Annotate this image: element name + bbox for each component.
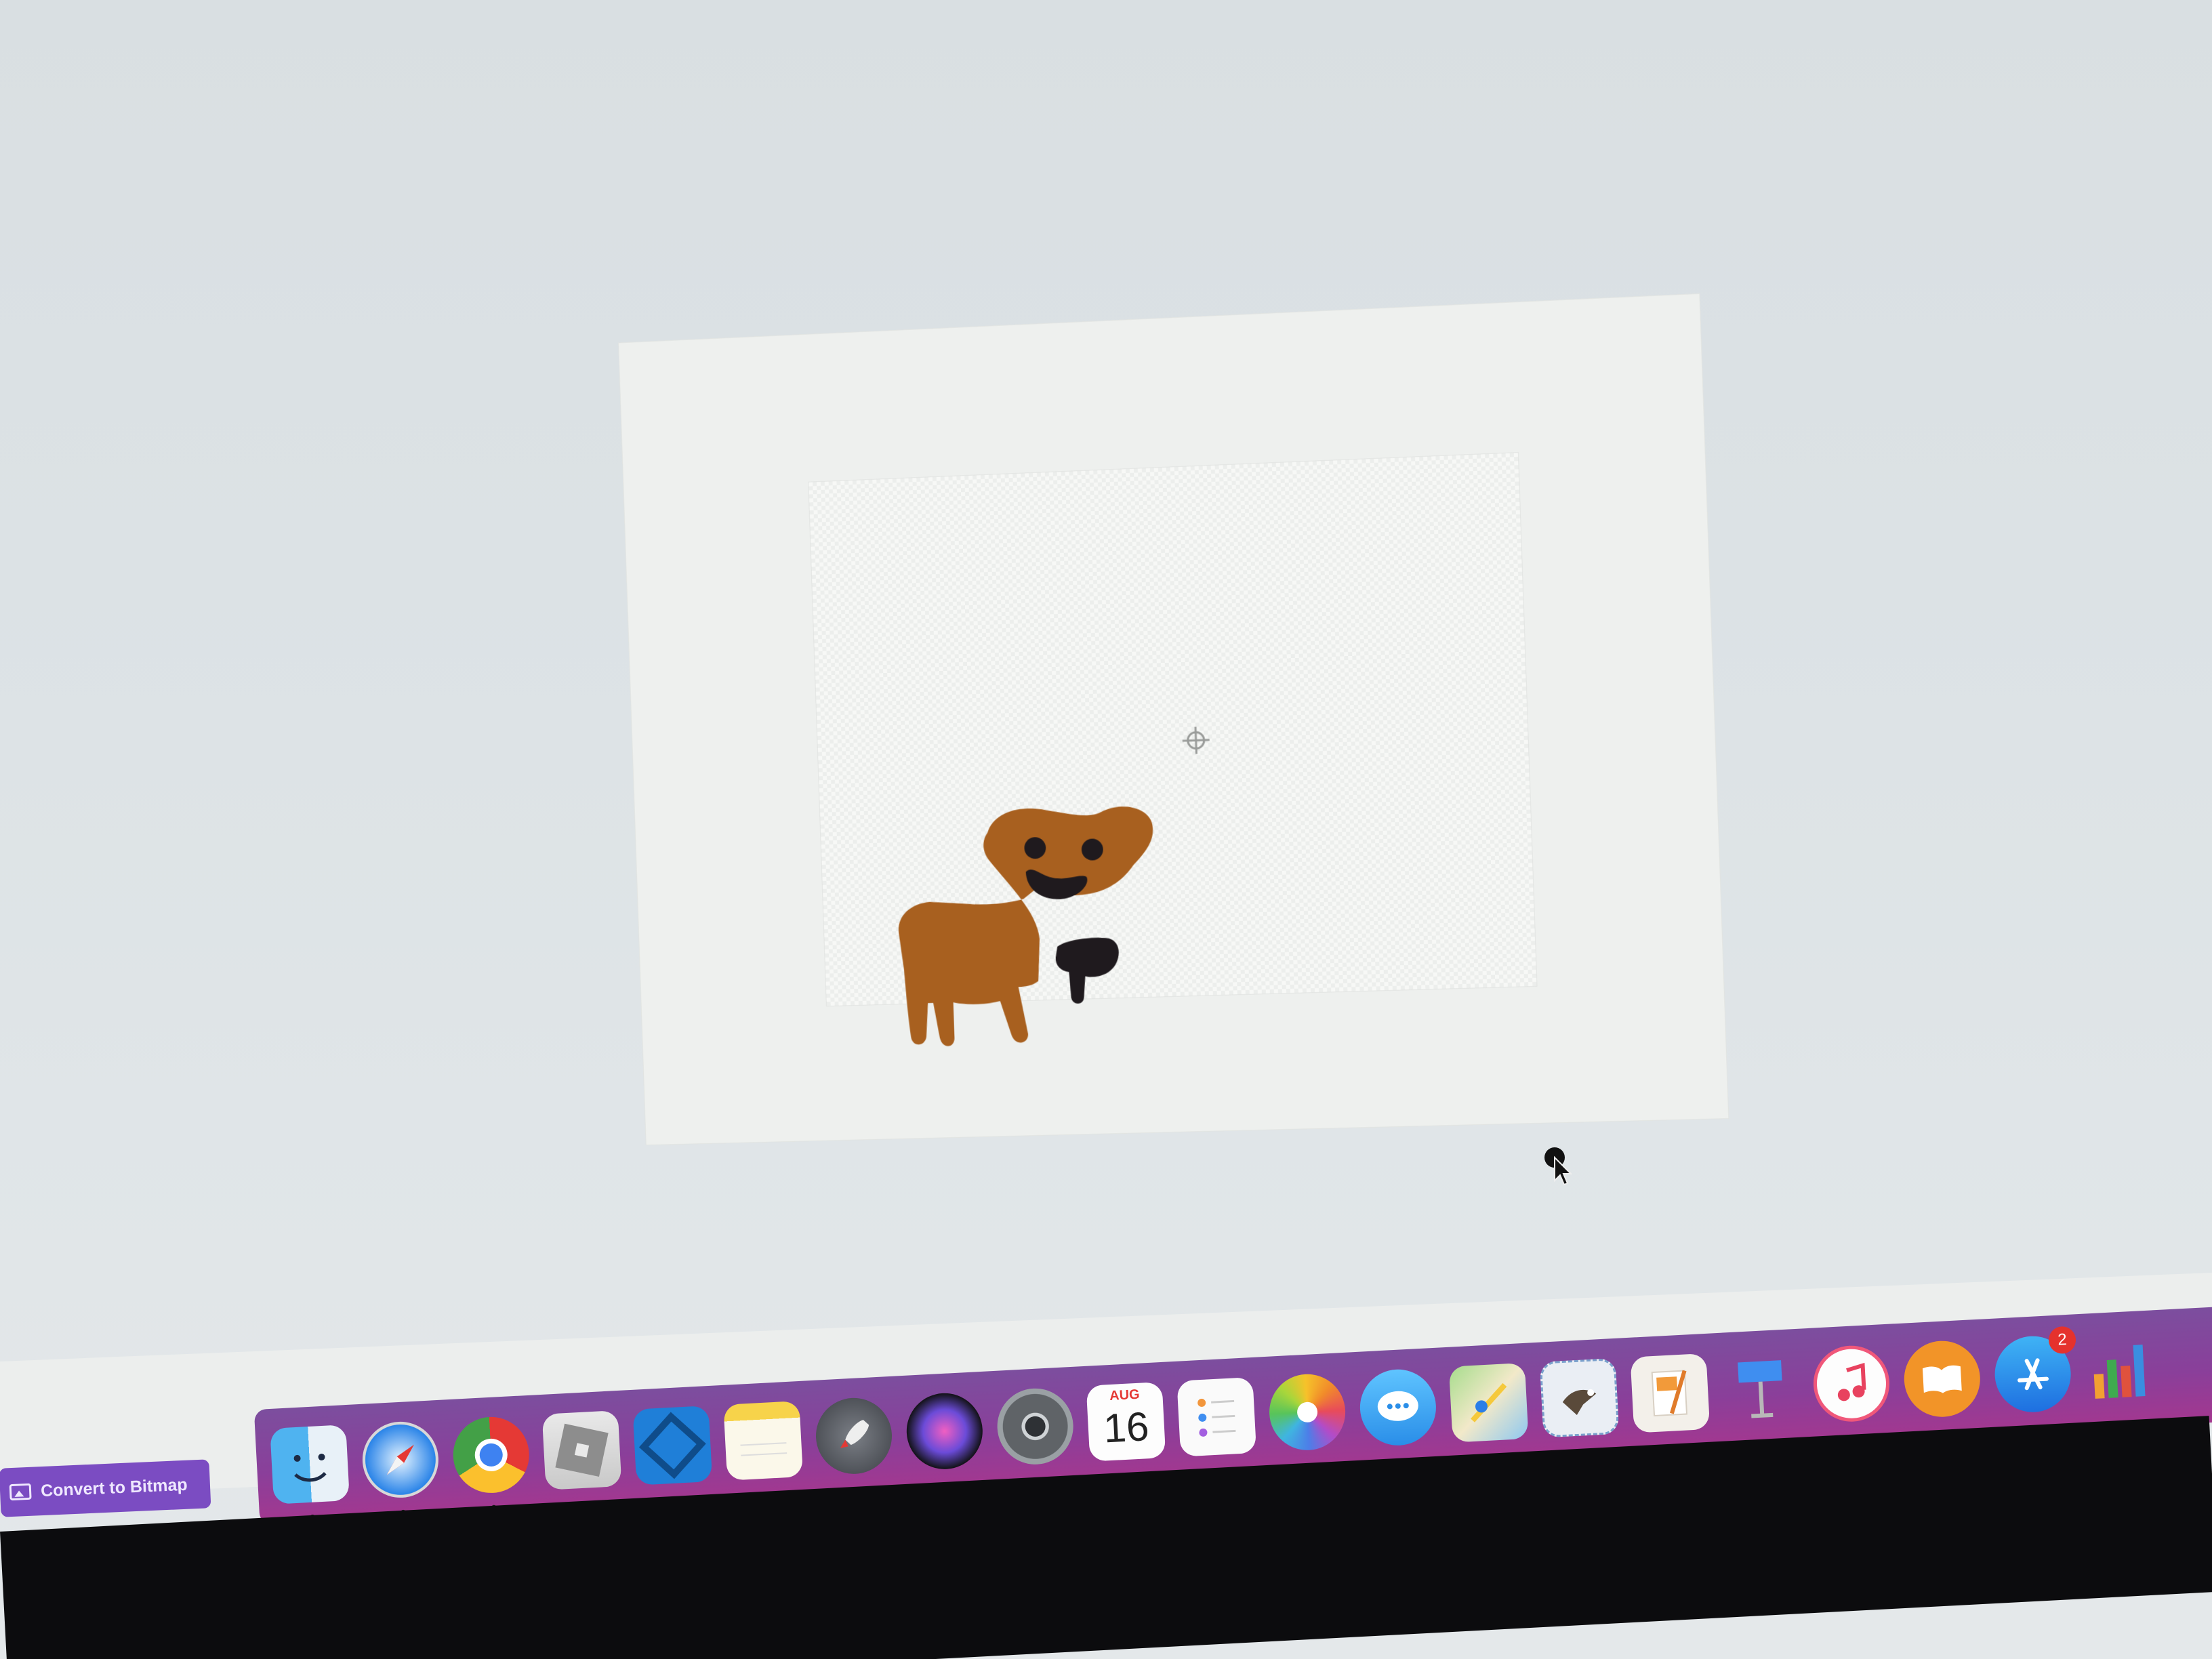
bear-drawing[interactable] [886,777,1245,1071]
image-icon [9,1483,32,1501]
itunes-icon[interactable] [1811,1343,1891,1424]
ibooks-icon[interactable] [1902,1338,1982,1419]
roblox-icon[interactable] [541,1410,622,1490]
stage-backdrop [619,293,1729,1145]
numbers-icon[interactable] [2084,1330,2164,1410]
system-preferences-icon[interactable] [995,1386,1076,1467]
launchpad-icon[interactable] [814,1396,894,1476]
screen: Convert to Bitmap AUG 16 2 [0,0,2212,1659]
app-store-badge: 2 [2048,1326,2077,1355]
convert-to-bitmap-button[interactable]: Convert to Bitmap [0,1459,211,1517]
roblox-studio-icon[interactable] [632,1406,713,1486]
finder-icon[interactable] [270,1425,350,1521]
safari-icon[interactable] [361,1420,441,1516]
pages-icon[interactable] [1630,1353,1711,1433]
reminders-icon[interactable] [1176,1376,1257,1457]
calendar-day: 16 [1102,1404,1150,1452]
drawing-canvas[interactable] [808,453,1537,1048]
bear-paw-mark [1054,937,1121,1004]
keynote-icon[interactable] [1721,1349,1801,1429]
convert-to-bitmap-label: Convert to Bitmap [40,1475,188,1500]
registration-point-icon [1179,724,1213,758]
mail-icon[interactable] [1539,1357,1620,1438]
app-store-icon[interactable]: 2 [1992,1326,2077,1414]
maps-icon[interactable] [1448,1362,1529,1443]
messages-icon[interactable] [1358,1367,1438,1448]
photos-icon[interactable] [1267,1372,1347,1452]
notes-icon[interactable] [723,1401,804,1481]
siri-icon[interactable] [904,1391,985,1471]
calendar-icon[interactable]: AUG 16 [1086,1381,1166,1462]
mouse-cursor-icon [1544,1147,1573,1186]
chrome-icon[interactable] [451,1415,531,1511]
